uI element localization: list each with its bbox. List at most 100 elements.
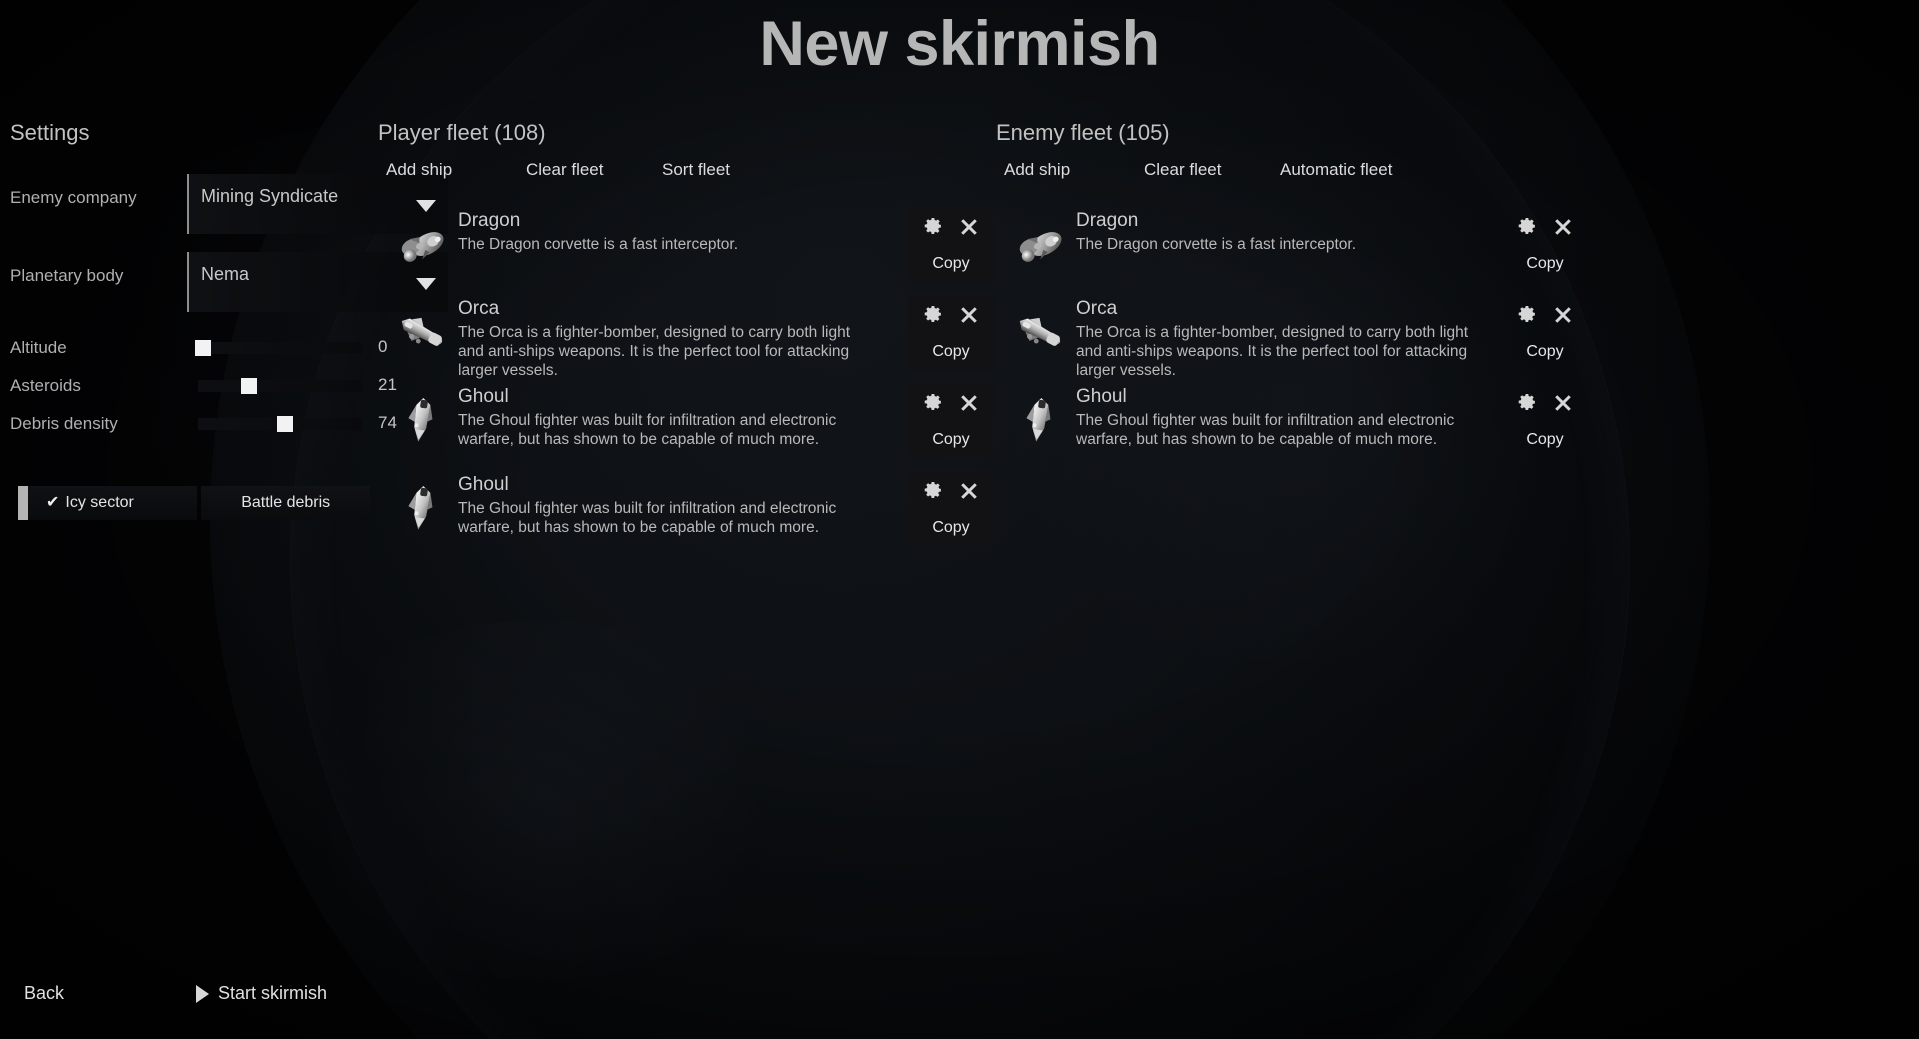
player-fleet-action-sort-fleet[interactable]: Sort fleet [662, 160, 730, 180]
ship-info: Ghoul The Ghoul fighter was built for inf… [458, 386, 858, 449]
player-fleet-ship-list: Dragon The Dragon corvette is a fast inte… [378, 208, 994, 546]
copy-ship-button[interactable]: Copy [908, 334, 994, 370]
close-icon[interactable] [1553, 305, 1573, 325]
ship-icon-row [1502, 296, 1588, 334]
ship-row[interactable]: Ghoul The Ghoul fighter was built for inf… [996, 386, 1606, 456]
player-fleet-column: Player fleet (108) Add ship Clear fleet So… [378, 120, 994, 566]
ghoul-ship-thumbnail [1008, 390, 1072, 454]
gear-icon[interactable] [923, 217, 943, 237]
copy-ship-button[interactable]: Copy [1502, 246, 1588, 282]
close-icon[interactable] [1553, 217, 1573, 237]
ship-row[interactable]: Ghoul The Ghoul fighter was built for inf… [378, 384, 994, 458]
ship-name: Orca [458, 298, 500, 319]
close-icon[interactable] [959, 393, 979, 413]
player-fleet-action-add-ship[interactable]: Add ship [386, 160, 452, 180]
close-icon[interactable] [959, 305, 979, 325]
ship-name: Ghoul [458, 474, 509, 495]
ship-description: The Dragon corvette is a fast intercepto… [1076, 236, 1356, 253]
ship-row[interactable]: Dragon The Dragon corvette is a fast inte… [378, 208, 994, 282]
player-fleet-actions: Add ship Clear fleet Sort fleet [378, 160, 988, 196]
slider-debris-density[interactable] [198, 416, 362, 432]
toggle-battle-debris[interactable]: Battle debris [201, 486, 370, 520]
ship-description: The Orca is a fighter-bomber, designed t… [1076, 324, 1469, 380]
back-button-label: Back [24, 983, 65, 1003]
enemy-fleet-column: Enemy fleet (105) Add ship Clear fleet Aut… [996, 120, 1606, 478]
ship-icon-row [1502, 384, 1588, 422]
dropdown-selected-value: Nema [201, 264, 250, 284]
ship-row[interactable]: Orca The Orca is a fighter-bomber, design… [996, 298, 1606, 379]
gear-icon[interactable] [1517, 305, 1537, 325]
ship-controls: Copy [908, 472, 994, 546]
player-fleet-heading: Player fleet (108) [378, 120, 546, 145]
toggle-row-accent-bar [18, 486, 28, 520]
ship-row[interactable]: Dragon The Dragon corvette is a fast inte… [996, 210, 1606, 280]
gear-icon[interactable] [1517, 217, 1537, 237]
orca-ship-thumbnail [390, 302, 454, 366]
orca-ship-thumbnail [1008, 302, 1072, 366]
dragon-ship-thumbnail [390, 214, 454, 278]
ship-icon-row [1502, 208, 1588, 246]
gear-icon[interactable] [1517, 393, 1537, 413]
slider-asteroids[interactable] [198, 378, 362, 394]
ship-controls: Copy [1502, 296, 1588, 370]
bottom-bar: Back Start skirmish [0, 969, 1919, 1039]
gear-icon[interactable] [923, 305, 943, 325]
copy-ship-button[interactable]: Copy [1502, 334, 1588, 370]
start-skirmish-label: Start skirmish [218, 983, 328, 1003]
toggle-label: Battle debris [241, 494, 331, 511]
ship-description: The Dragon corvette is a fast intercepto… [458, 236, 738, 253]
ship-description: The Ghoul fighter was built for infiltra… [458, 500, 837, 537]
close-icon[interactable] [1553, 393, 1573, 413]
page-title: New skirmish [759, 9, 1160, 79]
slider-handle[interactable] [194, 340, 211, 356]
ship-icon-row [908, 384, 994, 422]
ship-info: Dragon The Dragon corvette is a fast inte… [1076, 210, 1476, 254]
ship-name: Dragon [1076, 210, 1139, 231]
copy-ship-button[interactable]: Copy [1502, 422, 1588, 458]
ship-icon-row [908, 296, 994, 334]
enemy-fleet-action-clear-fleet[interactable]: Clear fleet [1144, 160, 1221, 180]
slider-label: Debris density [10, 414, 118, 433]
ship-name: Dragon [458, 210, 521, 231]
settings-toggle-row: ✔ Icy sector Battle debris [18, 486, 370, 520]
ship-icon-row [908, 208, 994, 246]
ghoul-ship-thumbnail [390, 478, 454, 542]
setting-label: Planetary body [10, 266, 124, 285]
play-icon [196, 984, 209, 1003]
ghoul-ship-thumbnail [390, 390, 454, 454]
toggle-icy-sector[interactable]: ✔ Icy sector [28, 486, 198, 520]
ship-name: Orca [1076, 298, 1118, 319]
back-button[interactable]: Back [24, 983, 64, 1004]
slider-altitude[interactable] [194, 340, 362, 356]
setting-label: Enemy company [10, 188, 137, 207]
enemy-fleet-action-add-ship[interactable]: Add ship [1004, 160, 1070, 180]
copy-ship-button[interactable]: Copy [908, 422, 994, 458]
ship-name: Ghoul [458, 386, 509, 407]
check-icon: ✔ [46, 494, 60, 511]
ship-controls: Copy [1502, 384, 1588, 458]
slider-handle[interactable] [276, 416, 293, 432]
close-icon[interactable] [959, 217, 979, 237]
ship-description: The Ghoul fighter was built for infiltra… [1076, 412, 1455, 449]
ship-info: Ghoul The Ghoul fighter was built for inf… [458, 474, 858, 537]
ship-controls: Copy [908, 384, 994, 458]
copy-ship-button[interactable]: Copy [908, 510, 994, 546]
dropdown-selected-value: Mining Syndicate [201, 186, 339, 206]
toggle-label: Icy sector [65, 494, 134, 511]
ship-info: Orca The Orca is a fighter-bomber, design… [458, 298, 858, 380]
ship-icon-row [908, 472, 994, 510]
ship-controls: Copy [1502, 208, 1588, 282]
enemy-fleet-heading: Enemy fleet (105) [996, 120, 1170, 145]
ship-row[interactable]: Orca The Orca is a fighter-bomber, design… [378, 296, 994, 379]
gear-icon[interactable] [923, 393, 943, 413]
gear-icon[interactable] [923, 481, 943, 501]
ship-info: Orca The Orca is a fighter-bomber, design… [1076, 298, 1476, 380]
start-skirmish-button[interactable]: Start skirmish [196, 983, 327, 1004]
ship-row[interactable]: Ghoul The Ghoul fighter was built for inf… [378, 472, 994, 546]
player-fleet-action-clear-fleet[interactable]: Clear fleet [526, 160, 603, 180]
slider-handle[interactable] [240, 378, 257, 394]
ship-description: The Ghoul fighter was built for infiltra… [458, 412, 837, 449]
enemy-fleet-action-automatic-fleet[interactable]: Automatic fleet [1280, 160, 1392, 180]
copy-ship-button[interactable]: Copy [908, 246, 994, 282]
close-icon[interactable] [959, 481, 979, 501]
